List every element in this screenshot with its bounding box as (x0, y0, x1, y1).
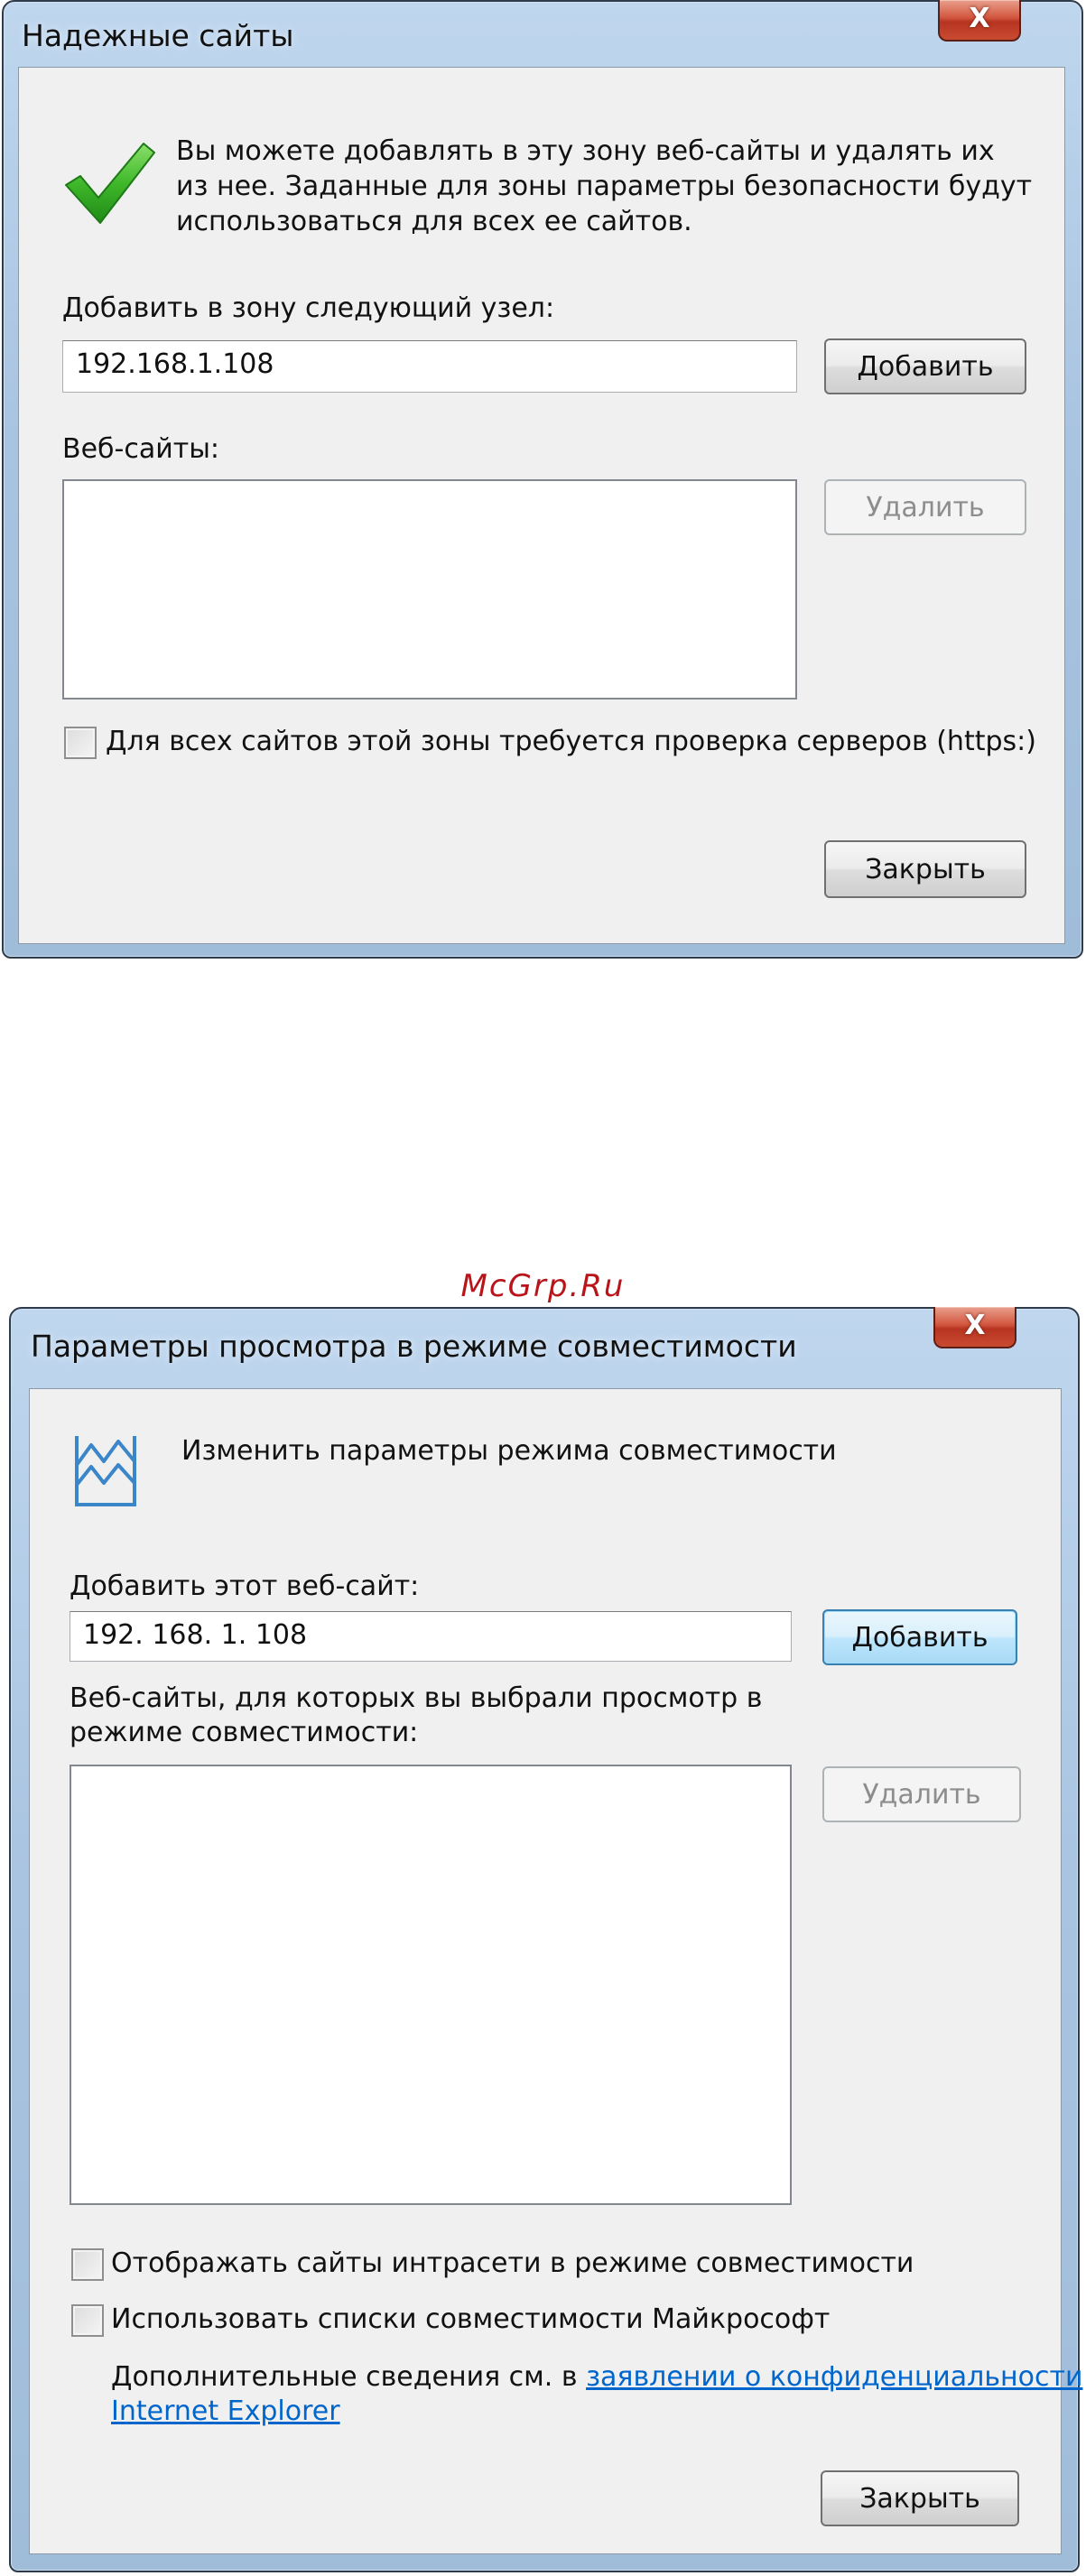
privacy-statement-link[interactable]: заявлении о конфиденциальности (586, 2361, 1082, 2393)
info-text-line-2: из нее. Заданные для зоны параметры безо… (176, 171, 1033, 202)
ms-lists-checkbox-label[interactable]: Использовать списки совместимости Майкро… (111, 2303, 830, 2337)
compatibility-view-icon (75, 1436, 136, 1506)
watermark: McGrp.Ru (460, 1268, 626, 1304)
remove-button[interactable]: Удалить (824, 479, 1026, 535)
more-info-text: Дополнительные сведения см. в заявлении … (111, 2360, 1082, 2395)
close-icon: X (964, 1310, 986, 1341)
websites-label-line-1: Веб-сайты, для которых вы выбрали просмо… (70, 1682, 763, 1714)
add-site-label: Добавить в зону следующий узел: (62, 292, 555, 324)
close-button[interactable]: Закрыть (824, 840, 1026, 898)
info-text-line-3: использоваться для всех ее сайтов. (176, 206, 692, 237)
more-info-link-line-2: Internet Explorer (111, 2395, 340, 2429)
green-checkmark-icon (65, 143, 155, 224)
add-site-input[interactable]: 192. 168. 1. 108 (70, 1611, 792, 1662)
close-button[interactable]: Закрыть (821, 2470, 1019, 2526)
dialog-client-area: Изменить параметры режима совместимости … (29, 1388, 1082, 2554)
compat-view-dialog: Параметры просмотра в режиме совместимос… (9, 1307, 1082, 2572)
dialog-title: Надежные сайты (22, 18, 294, 53)
add-site-label: Добавить этот веб-сайт: (70, 1571, 420, 1602)
intranet-checkbox[interactable] (71, 2248, 104, 2281)
websites-label: Веб-сайты: (62, 433, 220, 465)
privacy-statement-link-continued[interactable]: Internet Explorer (111, 2395, 340, 2427)
https-checkbox[interactable] (64, 727, 97, 759)
https-checkbox-label[interactable]: Для всех сайтов этой зоны требуется пров… (106, 725, 1036, 759)
close-window-button[interactable]: X (938, 0, 1021, 42)
intranet-checkbox-label[interactable]: Отображать сайты интрасети в режиме совм… (111, 2247, 914, 2281)
add-button[interactable]: Добавить (822, 1609, 1017, 1665)
websites-list[interactable] (62, 479, 797, 700)
add-button[interactable]: Добавить (824, 338, 1026, 394)
more-info-prefix: Дополнительные сведения см. в (111, 2361, 587, 2393)
dialog-client-area: Вы можете добавлять в эту зону веб-сайты… (18, 67, 1065, 944)
info-text-line-1: Вы можете добавлять в эту зону веб-сайты… (176, 135, 995, 167)
close-icon: X (969, 3, 990, 34)
websites-label-line-2: режиме совместимости: (70, 1717, 419, 1748)
ms-lists-checkbox[interactable] (71, 2304, 104, 2337)
remove-button[interactable]: Удалить (822, 1766, 1021, 1822)
websites-list[interactable] (70, 1765, 792, 2205)
header-text: Изменить параметры режима совместимости (181, 1435, 837, 1467)
add-site-input[interactable]: 192.168.1.108 (62, 340, 797, 393)
close-window-button[interactable]: X (933, 1307, 1016, 1348)
dialog-title: Параметры просмотра в режиме совместимос… (31, 1329, 797, 1364)
trusted-sites-dialog: Надежные сайты X Вы можете добавлять в э… (2, 0, 1083, 959)
